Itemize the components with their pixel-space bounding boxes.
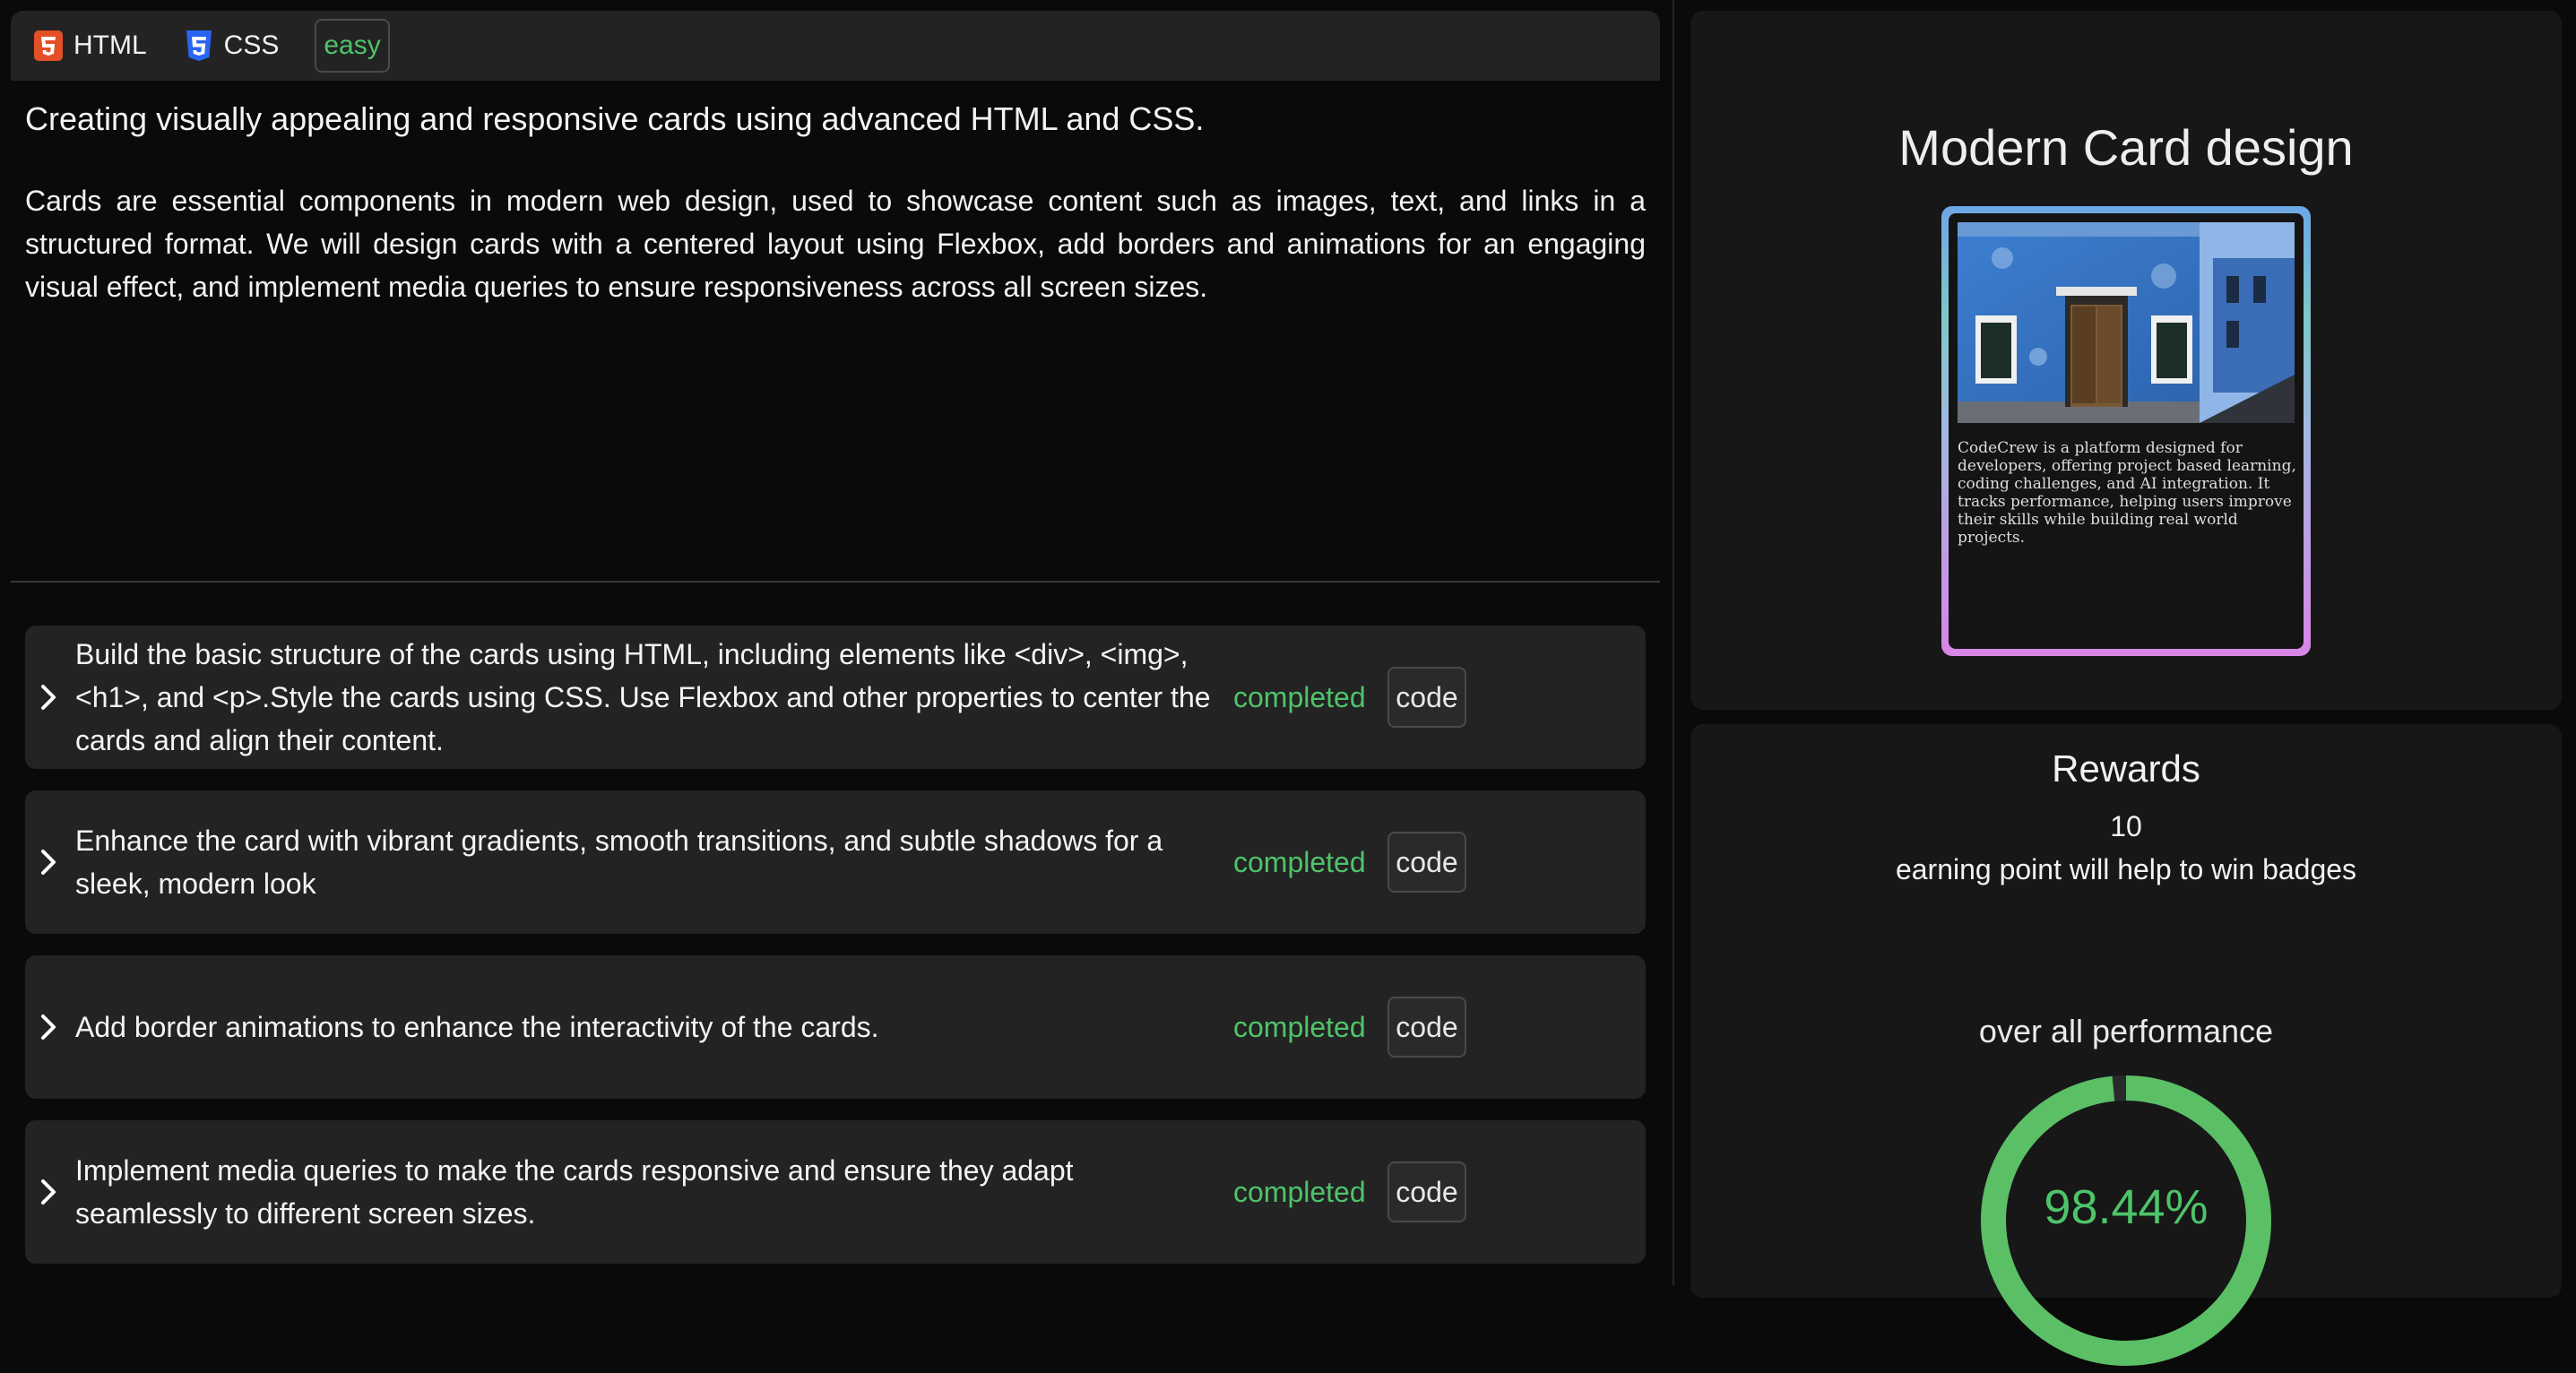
chevron-right-icon[interactable]: [36, 1174, 61, 1210]
css3-icon: [186, 30, 212, 61]
card-image: [1958, 222, 2295, 423]
difficulty-badge: easy: [315, 19, 390, 73]
html-tag-label: HTML: [73, 30, 147, 60]
task-text: Implement media queries to make the card…: [75, 1154, 1074, 1230]
rewards-title: Rewards: [2052, 747, 2200, 790]
card-text: CodeCrew is a platform designed for deve…: [1958, 439, 2296, 547]
html5-icon: [34, 30, 63, 61]
task-heading: Creating visually appealing and responsi…: [25, 100, 1205, 137]
css-tag: CSS: [183, 29, 280, 63]
preview-title: Modern Card design: [1898, 119, 2354, 176]
chevron-right-icon[interactable]: [36, 679, 61, 715]
preview-panel: Modern Card design CodeCrew is a platfor…: [1690, 11, 2562, 710]
task-row[interactable]: Build the basic structure of the cards u…: [25, 626, 1646, 769]
preview-card-body: CodeCrew is a platform designed for deve…: [1949, 213, 2304, 649]
html-tag: HTML: [32, 29, 147, 63]
chevron-right-icon[interactable]: [36, 1009, 61, 1045]
performance-value: 98.44%: [2044, 1180, 2209, 1234]
task-text: Build the basic structure of the cards u…: [75, 638, 1211, 756]
reward-points: 10: [2110, 810, 2142, 842]
css-tag-label: CSS: [223, 30, 280, 60]
task-row[interactable]: Implement media queries to make the card…: [25, 1120, 1646, 1264]
pane-divider[interactable]: [1673, 0, 1674, 1285]
task-row[interactable]: Enhance the card with vibrant gradients,…: [25, 790, 1646, 934]
code-button[interactable]: code: [1387, 832, 1466, 893]
code-button[interactable]: code: [1387, 997, 1466, 1058]
section-divider: [11, 581, 1660, 583]
task-row[interactable]: Add border animations to enhance the int…: [25, 955, 1646, 1099]
performance-label: over all performance: [1978, 1013, 2274, 1049]
task-description-pane: HTML CSS easy Creating visually appealin…: [0, 0, 1673, 1285]
chevron-right-icon[interactable]: [36, 844, 61, 880]
task-text: Add border animations to enhance the int…: [75, 1011, 879, 1043]
task-status: completed: [1233, 680, 1366, 713]
task-text: Enhance the card with vibrant gradients,…: [75, 825, 1163, 900]
preview-card: CodeCrew is a platform designed for deve…: [1941, 206, 2311, 656]
tag-bar: HTML CSS easy: [11, 11, 1660, 81]
task-status: completed: [1233, 845, 1366, 878]
task-status: completed: [1233, 1175, 1366, 1208]
code-button[interactable]: code: [1387, 1161, 1466, 1222]
task-description: Cards are essential components in modern…: [25, 185, 1646, 303]
rewards-panel: Rewards 10 earning point will help to wi…: [1690, 724, 2562, 1366]
task-status: completed: [1233, 1010, 1366, 1043]
reward-points-description: earning point will help to win badges: [1895, 853, 2357, 885]
code-button[interactable]: code: [1387, 667, 1466, 728]
